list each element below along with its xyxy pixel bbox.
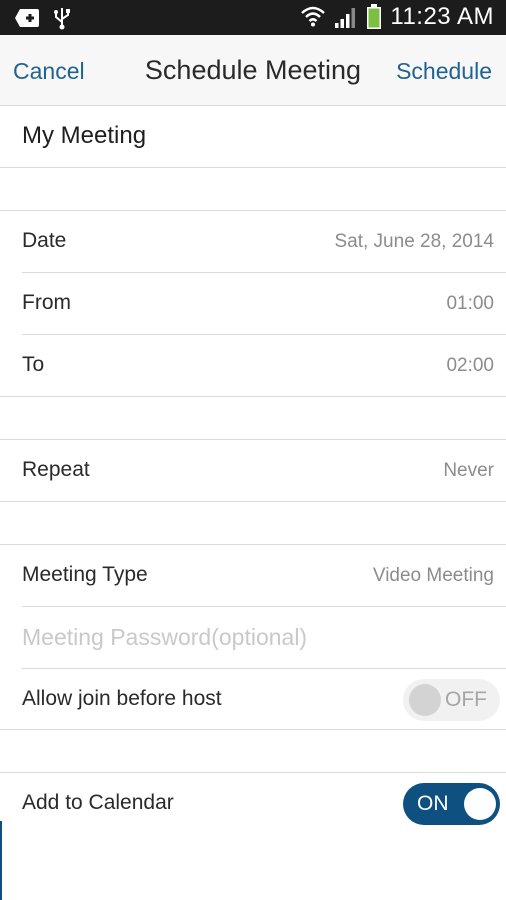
nav-bar: Cancel Schedule Meeting Schedule xyxy=(0,35,506,106)
join-before-host-toggle[interactable]: OFF xyxy=(403,679,500,721)
meeting-password-field[interactable]: Meeting Password(optional) xyxy=(0,607,506,669)
to-label: To xyxy=(22,353,45,376)
date-row[interactable]: Date Sat, June 28, 2014 xyxy=(0,211,506,273)
divider xyxy=(0,167,506,168)
repeat-label: Repeat xyxy=(22,458,90,481)
toggle-knob xyxy=(409,684,441,716)
to-row[interactable]: To 02:00 xyxy=(0,335,506,397)
clock: 11:23 AM xyxy=(390,3,494,30)
meeting-type-value: Video Meeting xyxy=(372,565,494,586)
usb-icon xyxy=(54,6,70,30)
date-label: Date xyxy=(22,229,67,252)
meeting-title-field[interactable]: My Meeting xyxy=(0,106,506,168)
meeting-password-placeholder: Meeting Password(optional) xyxy=(22,624,308,650)
wifi-icon xyxy=(300,4,326,30)
add-to-calendar-row: Add to Calendar ON xyxy=(0,773,506,835)
from-label: From xyxy=(22,291,71,314)
status-bar-left xyxy=(14,6,70,30)
from-row[interactable]: From 01:00 xyxy=(0,273,506,335)
date-value: Sat, June 28, 2014 xyxy=(334,231,494,252)
signal-icon xyxy=(334,5,358,29)
toggle-state-label: ON xyxy=(417,792,449,815)
from-value: 01:00 xyxy=(446,293,494,314)
add-to-calendar-toggle[interactable]: ON xyxy=(403,783,500,825)
schedule-button[interactable]: Schedule xyxy=(396,58,492,85)
toggle-knob xyxy=(464,788,496,820)
status-bar-right: 11:23 AM xyxy=(300,3,494,31)
status-bar: 11:23 AM xyxy=(0,0,506,35)
toggle-state-label: OFF xyxy=(445,688,487,711)
repeat-row[interactable]: Repeat Never xyxy=(0,440,506,502)
divider xyxy=(0,729,506,730)
notification-add-icon xyxy=(14,7,40,29)
divider xyxy=(0,396,506,397)
join-before-host-row: Allow join before host OFF xyxy=(0,669,506,731)
to-value: 02:00 xyxy=(446,355,494,376)
divider xyxy=(0,501,506,502)
join-before-host-label: Allow join before host xyxy=(22,687,222,710)
meeting-type-label: Meeting Type xyxy=(22,563,148,586)
repeat-value: Never xyxy=(443,460,494,481)
battery-icon xyxy=(366,4,382,30)
add-to-calendar-label: Add to Calendar xyxy=(22,791,174,814)
meeting-title-text: My Meeting xyxy=(22,122,147,149)
scroll-edge-indicator xyxy=(0,821,2,900)
meeting-type-row[interactable]: Meeting Type Video Meeting xyxy=(0,545,506,607)
